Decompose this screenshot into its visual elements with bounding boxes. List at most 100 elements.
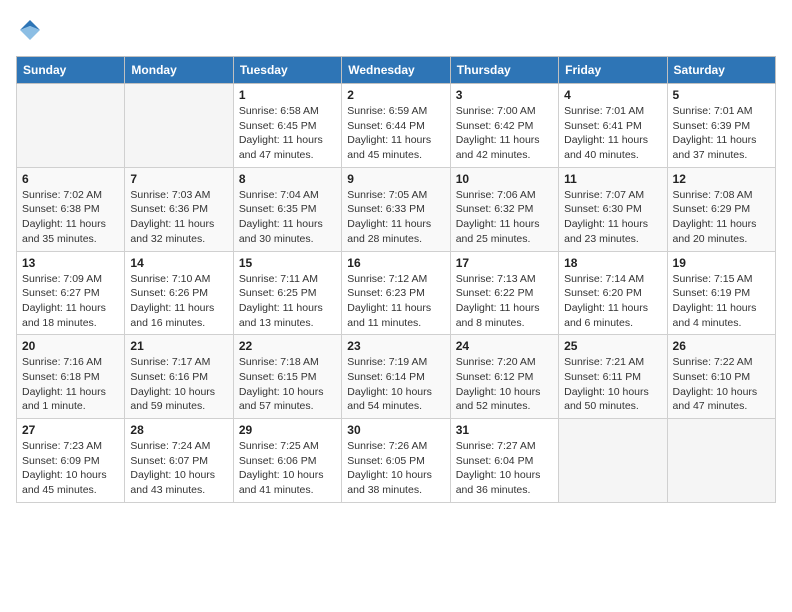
- daylight: Daylight: 11 hours and 18 minutes.: [22, 302, 106, 329]
- column-header-tuesday: Tuesday: [233, 57, 341, 84]
- sunrise: Sunrise: 7:04 AM: [239, 189, 319, 201]
- sunset: Sunset: 6:45 PM: [239, 120, 317, 132]
- sunset: Sunset: 6:35 PM: [239, 203, 317, 215]
- calendar-cell: 23 Sunrise: 7:19 AM Sunset: 6:14 PM Dayl…: [342, 335, 450, 419]
- daylight: Daylight: 10 hours and 45 minutes.: [22, 469, 107, 496]
- sunrise: Sunrise: 7:09 AM: [22, 273, 102, 285]
- calendar-cell: 14 Sunrise: 7:10 AM Sunset: 6:26 PM Dayl…: [125, 251, 233, 335]
- sunrise: Sunrise: 7:12 AM: [347, 273, 427, 285]
- calendar-cell: [17, 84, 125, 168]
- day-info: Sunrise: 7:01 AM Sunset: 6:41 PM Dayligh…: [564, 104, 661, 163]
- sunset: Sunset: 6:20 PM: [564, 287, 642, 299]
- calendar-cell: 16 Sunrise: 7:12 AM Sunset: 6:23 PM Dayl…: [342, 251, 450, 335]
- day-number: 7: [130, 172, 227, 186]
- logo-icon: [16, 16, 44, 44]
- daylight: Daylight: 10 hours and 47 minutes.: [673, 386, 758, 413]
- day-number: 19: [673, 256, 770, 270]
- day-number: 9: [347, 172, 444, 186]
- calendar-cell: 4 Sunrise: 7:01 AM Sunset: 6:41 PM Dayli…: [559, 84, 667, 168]
- day-info: Sunrise: 7:26 AM Sunset: 6:05 PM Dayligh…: [347, 439, 444, 498]
- day-info: Sunrise: 7:19 AM Sunset: 6:14 PM Dayligh…: [347, 355, 444, 414]
- column-header-saturday: Saturday: [667, 57, 775, 84]
- daylight: Daylight: 11 hours and 11 minutes.: [347, 302, 431, 329]
- day-number: 28: [130, 423, 227, 437]
- calendar-cell: 3 Sunrise: 7:00 AM Sunset: 6:42 PM Dayli…: [450, 84, 558, 168]
- day-number: 22: [239, 339, 336, 353]
- sunrise: Sunrise: 7:18 AM: [239, 356, 319, 368]
- sunset: Sunset: 6:36 PM: [130, 203, 208, 215]
- day-number: 15: [239, 256, 336, 270]
- day-number: 8: [239, 172, 336, 186]
- sunrise: Sunrise: 7:08 AM: [673, 189, 753, 201]
- sunrise: Sunrise: 7:05 AM: [347, 189, 427, 201]
- day-number: 14: [130, 256, 227, 270]
- daylight: Daylight: 11 hours and 37 minutes.: [673, 134, 757, 161]
- sunset: Sunset: 6:04 PM: [456, 455, 534, 467]
- day-number: 24: [456, 339, 553, 353]
- calendar-cell: 11 Sunrise: 7:07 AM Sunset: 6:30 PM Dayl…: [559, 167, 667, 251]
- calendar-cell: 12 Sunrise: 7:08 AM Sunset: 6:29 PM Dayl…: [667, 167, 775, 251]
- day-info: Sunrise: 7:27 AM Sunset: 6:04 PM Dayligh…: [456, 439, 553, 498]
- sunrise: Sunrise: 7:17 AM: [130, 356, 210, 368]
- sunset: Sunset: 6:11 PM: [564, 371, 641, 383]
- day-number: 16: [347, 256, 444, 270]
- daylight: Daylight: 11 hours and 45 minutes.: [347, 134, 431, 161]
- day-info: Sunrise: 7:02 AM Sunset: 6:38 PM Dayligh…: [22, 188, 119, 247]
- daylight: Daylight: 10 hours and 57 minutes.: [239, 386, 324, 413]
- sunrise: Sunrise: 7:27 AM: [456, 440, 536, 452]
- sunrise: Sunrise: 7:02 AM: [22, 189, 102, 201]
- day-info: Sunrise: 7:07 AM Sunset: 6:30 PM Dayligh…: [564, 188, 661, 247]
- daylight: Daylight: 11 hours and 23 minutes.: [564, 218, 648, 245]
- calendar-cell: 2 Sunrise: 6:59 AM Sunset: 6:44 PM Dayli…: [342, 84, 450, 168]
- calendar-cell: 13 Sunrise: 7:09 AM Sunset: 6:27 PM Dayl…: [17, 251, 125, 335]
- sunrise: Sunrise: 7:14 AM: [564, 273, 644, 285]
- day-info: Sunrise: 7:04 AM Sunset: 6:35 PM Dayligh…: [239, 188, 336, 247]
- sunset: Sunset: 6:38 PM: [22, 203, 100, 215]
- sunrise: Sunrise: 6:59 AM: [347, 105, 427, 117]
- calendar-cell: [125, 84, 233, 168]
- day-info: Sunrise: 7:01 AM Sunset: 6:39 PM Dayligh…: [673, 104, 770, 163]
- sunset: Sunset: 6:44 PM: [347, 120, 425, 132]
- column-header-thursday: Thursday: [450, 57, 558, 84]
- sunrise: Sunrise: 7:11 AM: [239, 273, 318, 285]
- day-number: 5: [673, 88, 770, 102]
- daylight: Daylight: 10 hours and 50 minutes.: [564, 386, 649, 413]
- sunrise: Sunrise: 7:21 AM: [564, 356, 644, 368]
- day-number: 27: [22, 423, 119, 437]
- sunrise: Sunrise: 7:19 AM: [347, 356, 427, 368]
- daylight: Daylight: 11 hours and 47 minutes.: [239, 134, 323, 161]
- calendar-cell: 18 Sunrise: 7:14 AM Sunset: 6:20 PM Dayl…: [559, 251, 667, 335]
- day-number: 11: [564, 172, 661, 186]
- daylight: Daylight: 10 hours and 59 minutes.: [130, 386, 215, 413]
- daylight: Daylight: 11 hours and 1 minute.: [22, 386, 106, 413]
- calendar-week-row: 6 Sunrise: 7:02 AM Sunset: 6:38 PM Dayli…: [17, 167, 776, 251]
- sunset: Sunset: 6:06 PM: [239, 455, 317, 467]
- sunset: Sunset: 6:10 PM: [673, 371, 751, 383]
- daylight: Daylight: 10 hours and 54 minutes.: [347, 386, 432, 413]
- day-number: 3: [456, 88, 553, 102]
- sunset: Sunset: 6:15 PM: [239, 371, 317, 383]
- calendar-week-row: 1 Sunrise: 6:58 AM Sunset: 6:45 PM Dayli…: [17, 84, 776, 168]
- sunset: Sunset: 6:33 PM: [347, 203, 425, 215]
- calendar-week-row: 13 Sunrise: 7:09 AM Sunset: 6:27 PM Dayl…: [17, 251, 776, 335]
- sunrise: Sunrise: 7:06 AM: [456, 189, 536, 201]
- day-number: 6: [22, 172, 119, 186]
- calendar-cell: 5 Sunrise: 7:01 AM Sunset: 6:39 PM Dayli…: [667, 84, 775, 168]
- day-number: 1: [239, 88, 336, 102]
- sunrise: Sunrise: 7:23 AM: [22, 440, 102, 452]
- day-number: 26: [673, 339, 770, 353]
- sunrise: Sunrise: 7:15 AM: [673, 273, 753, 285]
- calendar-cell: [667, 419, 775, 503]
- day-info: Sunrise: 7:14 AM Sunset: 6:20 PM Dayligh…: [564, 272, 661, 331]
- day-number: 10: [456, 172, 553, 186]
- sunrise: Sunrise: 7:07 AM: [564, 189, 644, 201]
- sunset: Sunset: 6:30 PM: [564, 203, 642, 215]
- daylight: Daylight: 10 hours and 38 minutes.: [347, 469, 432, 496]
- calendar-cell: 28 Sunrise: 7:24 AM Sunset: 6:07 PM Dayl…: [125, 419, 233, 503]
- daylight: Daylight: 10 hours and 41 minutes.: [239, 469, 324, 496]
- calendar-week-row: 27 Sunrise: 7:23 AM Sunset: 6:09 PM Dayl…: [17, 419, 776, 503]
- day-number: 25: [564, 339, 661, 353]
- day-number: 29: [239, 423, 336, 437]
- calendar-cell: 30 Sunrise: 7:26 AM Sunset: 6:05 PM Dayl…: [342, 419, 450, 503]
- page-header: [16, 16, 776, 44]
